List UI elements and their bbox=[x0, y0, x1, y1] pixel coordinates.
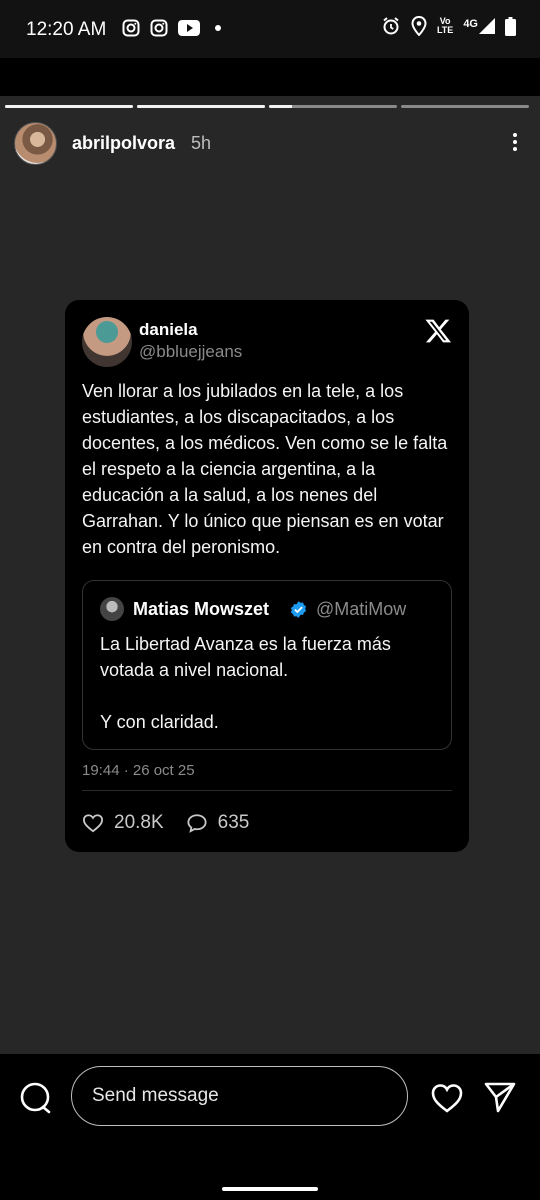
tweet-author-name: daniela bbox=[139, 320, 198, 339]
quoted-author-name: Matias Mowszet bbox=[133, 599, 270, 619]
battery-icon bbox=[505, 16, 516, 36]
volte-bottom-label: LTE bbox=[436, 25, 454, 35]
status-app-icons bbox=[122, 19, 222, 37]
instagram-icon bbox=[122, 19, 140, 37]
progress-segment bbox=[401, 105, 529, 108]
signal-4g-icon: 4G bbox=[463, 18, 495, 34]
home-indicator[interactable] bbox=[222, 1187, 318, 1191]
progress-segment bbox=[269, 105, 397, 108]
camera-icon[interactable] bbox=[18, 1081, 52, 1115]
status-time: 12:20 AM bbox=[26, 19, 107, 40]
send-message-input[interactable] bbox=[71, 1066, 408, 1126]
instagram-icon bbox=[150, 19, 168, 37]
progress-fill bbox=[5, 105, 133, 108]
alarm-icon bbox=[383, 17, 399, 35]
tweet-author-handle: @bbluejjeans bbox=[139, 342, 243, 361]
progress-segment bbox=[137, 105, 265, 108]
location-icon bbox=[411, 16, 427, 36]
status-bar: 12:20 AM Vo LTE 4G bbox=[0, 0, 540, 58]
replies-count: 635 bbox=[217, 812, 250, 833]
likes-stat: 20.8K bbox=[82, 812, 164, 834]
status-system-icons: Vo LTE 4G bbox=[381, 16, 516, 36]
quoted-author-handle: @MatiMow bbox=[316, 599, 407, 619]
tweet-author-avatar bbox=[82, 317, 132, 367]
tweet-date: 19:44 · 26 oct 25 bbox=[82, 762, 195, 779]
tweet-text: Ven llorar a los jubilados en la tele, a… bbox=[82, 381, 448, 557]
like-story-heart-icon[interactable] bbox=[430, 1081, 464, 1115]
story-username[interactable]: abrilpolvora bbox=[72, 133, 175, 154]
verified-badge-icon bbox=[290, 601, 307, 618]
progress-segment bbox=[5, 105, 133, 108]
youtube-icon bbox=[178, 20, 200, 36]
volte-icon: Vo LTE bbox=[437, 17, 453, 35]
likes-count: 20.8K bbox=[114, 812, 164, 833]
avatar[interactable] bbox=[14, 122, 57, 165]
tweet-stats: 20.8K 635 bbox=[82, 810, 271, 836]
story-progress-bar bbox=[5, 105, 529, 108]
progress-fill bbox=[269, 105, 293, 108]
more-options-icon[interactable] bbox=[510, 130, 520, 156]
network-type: 4G bbox=[463, 18, 478, 30]
quoted-tweet-text: La Libertad Avanza es la fuerza más vota… bbox=[100, 634, 391, 732]
quoted-author-avatar bbox=[100, 597, 124, 621]
notification-dot-icon bbox=[215, 25, 221, 31]
divider bbox=[82, 790, 452, 791]
progress-fill bbox=[137, 105, 265, 108]
send-icon[interactable] bbox=[483, 1080, 517, 1114]
heart-outline-icon bbox=[82, 814, 104, 833]
story-time-ago: 5h bbox=[191, 133, 212, 153]
story-header: abrilpolvora 5h bbox=[14, 122, 526, 165]
comment-icon bbox=[187, 814, 207, 833]
replies-stat: 635 bbox=[186, 812, 250, 834]
tweet-card[interactable]: daniela @bbluejjeans Ven llorar a los ju… bbox=[65, 300, 469, 852]
x-logo-icon bbox=[425, 319, 451, 343]
quoted-tweet: Matias Mowszet @MatiMow La Libertad Avan… bbox=[82, 580, 452, 750]
